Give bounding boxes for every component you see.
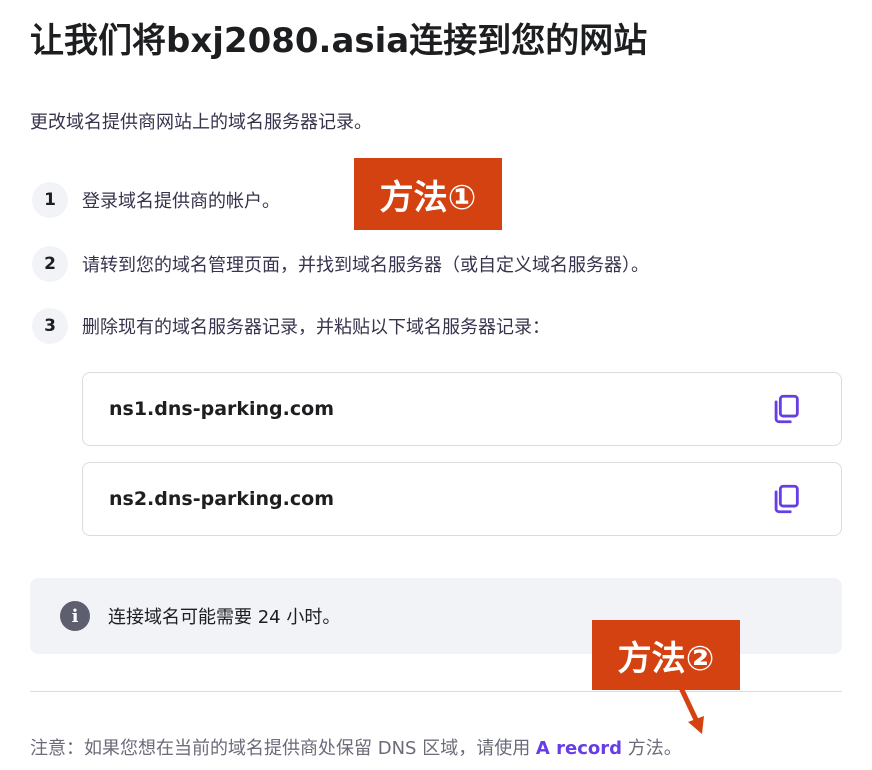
method-1-annotation: 方法① [354,158,502,230]
arrow-icon [679,687,704,734]
step-text: 删除现有的域名服务器记录，并粘贴以下域名服务器记录： [82,317,550,338]
method-2-annotation: 方法② [592,620,740,690]
a-record-link[interactable]: A record [536,738,622,759]
note-suffix: 方法。 [622,738,682,759]
step-text: 请转到您的域名管理页面，并找到域名服务器（或自定义域名服务器）。 [82,255,649,276]
nameserver-row-2: ns2.dns-parking.com [82,462,842,536]
info-icon: i [60,601,90,631]
step-3: 3 删除现有的域名服务器记录，并粘贴以下域名服务器记录： [32,308,550,344]
page-title: 让我们将bxj2080.asia连接到您的网站 [30,21,648,61]
step-number: 1 [32,182,68,218]
step-1: 1 登录域名提供商的帐户。 [32,182,280,218]
step-number: 2 [32,246,68,282]
nameserver-value: ns1.dns-parking.com [109,398,334,420]
step-text: 登录域名提供商的帐户。 [82,191,280,212]
copy-icon[interactable] [769,482,803,516]
note-prefix: 注意：如果您想在当前的域名提供商处保留 DNS 区域，请使用 [30,738,536,759]
info-text: 连接域名可能需要 24 小时。 [108,607,341,628]
divider [30,691,842,692]
copy-icon[interactable] [769,392,803,426]
nameserver-row-1: ns1.dns-parking.com [82,372,842,446]
nameserver-value: ns2.dns-parking.com [109,488,334,510]
step-2: 2 请转到您的域名管理页面，并找到域名服务器（或自定义域名服务器）。 [32,246,649,282]
page-subtitle: 更改域名提供商网站上的域名服务器记录。 [30,112,372,133]
step-number: 3 [32,308,68,344]
note-text: 注意：如果您想在当前的域名提供商处保留 DNS 区域，请使用 A record … [30,734,682,760]
